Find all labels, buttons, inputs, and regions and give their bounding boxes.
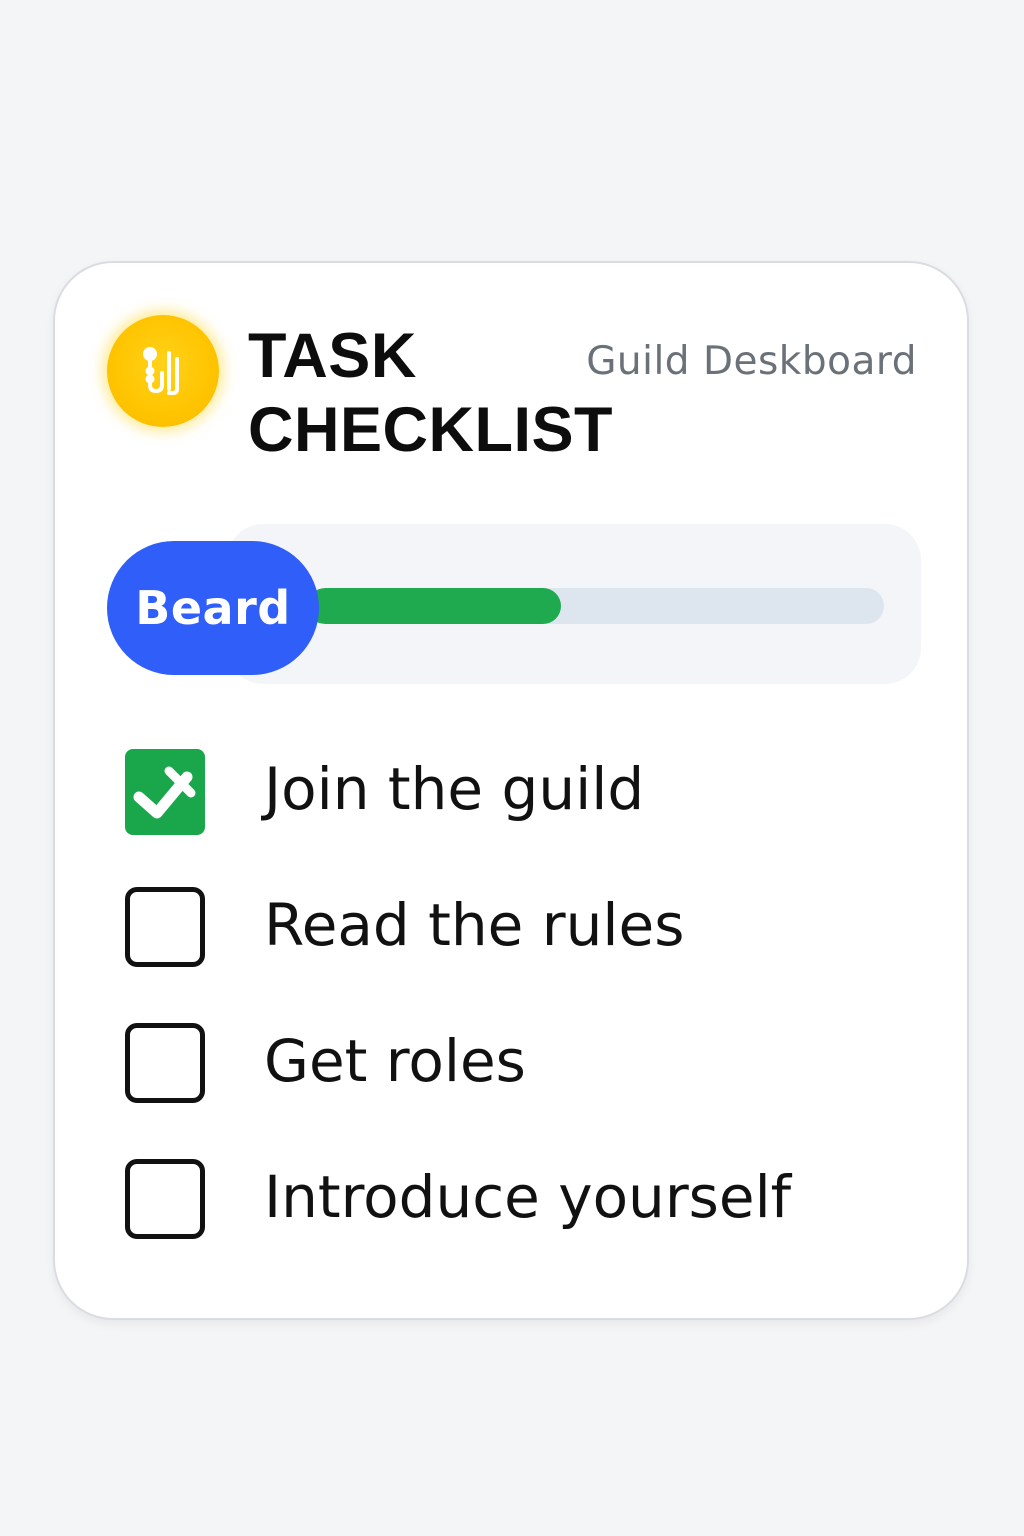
task-item[interactable]: Read the rules [125, 887, 885, 1023]
checkmark-icon [133, 766, 196, 819]
task-label: Introduce yourself [264, 1163, 792, 1231]
task-label: Read the rules [264, 891, 685, 959]
page-title: TASK CHECKLIST [248, 319, 613, 467]
task-item[interactable]: Join the guild [125, 749, 885, 887]
task-label: Join the guild [264, 755, 645, 823]
unchecked-checkbox[interactable] [125, 1159, 205, 1239]
progress-label-pill[interactable]: Beard [107, 541, 319, 675]
checked-checkbox[interactable] [125, 749, 205, 835]
progress-fill [307, 588, 561, 624]
progress-section: Beard [107, 524, 921, 684]
guild-logo-icon [107, 315, 219, 427]
title-line-1: TASK [248, 321, 417, 391]
unchecked-checkbox[interactable] [125, 1023, 205, 1103]
task-item[interactable]: Introduce yourself [125, 1159, 885, 1295]
task-item[interactable]: Get roles [125, 1023, 885, 1159]
title-line-2: CHECKLIST [248, 395, 613, 465]
unchecked-checkbox[interactable] [125, 887, 205, 967]
subtitle: Guild Deskboard [586, 339, 917, 384]
task-checklist-card: TASK CHECKLIST Guild Deskboard Beard Joi… [53, 261, 969, 1320]
task-list: Join the guild Read the rules Get roles Int… [125, 749, 885, 1295]
task-label: Get roles [264, 1027, 526, 1095]
progress-bar [307, 588, 884, 624]
